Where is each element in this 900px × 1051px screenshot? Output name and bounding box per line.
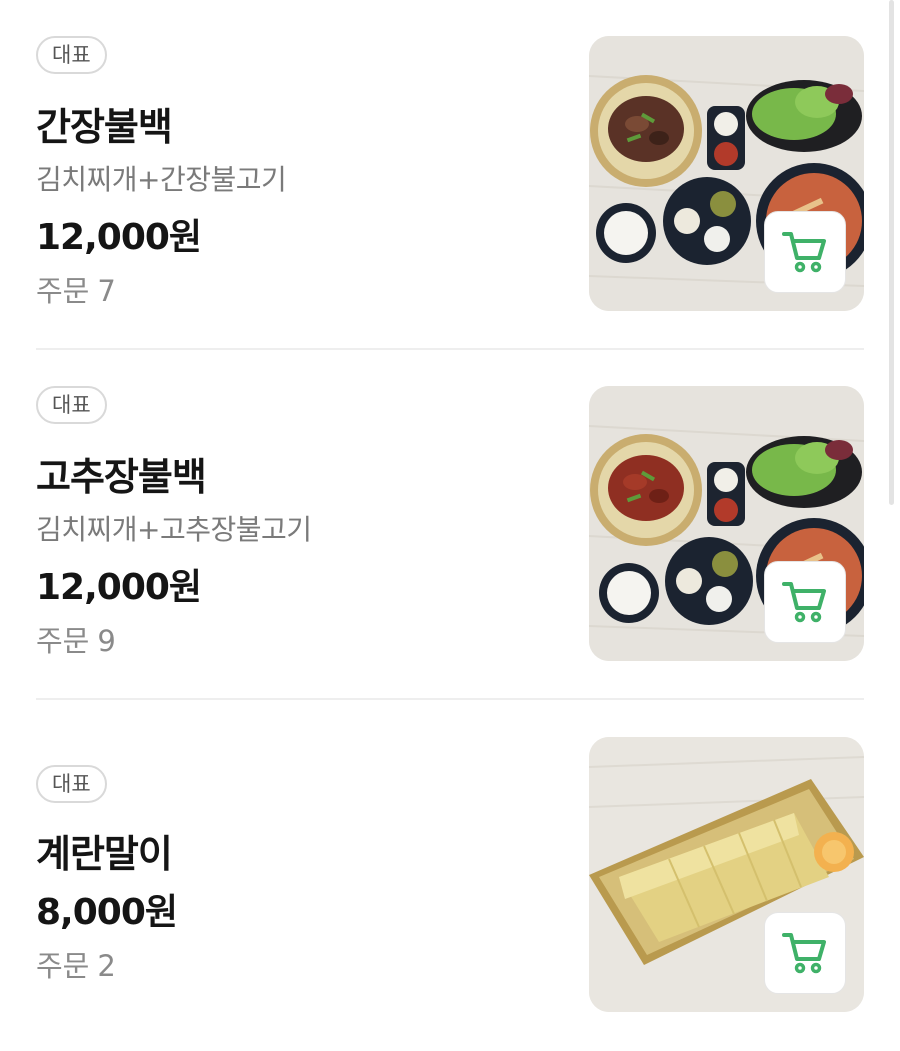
cart-icon bbox=[782, 933, 826, 974]
order-count: 주문 7 bbox=[36, 268, 116, 310]
menu-item-price: 8,000원 bbox=[36, 892, 178, 933]
order-count-label: 주문 bbox=[36, 274, 90, 308]
menu-item-price: 12,000원 bbox=[36, 217, 202, 258]
order-count: 주문 9 bbox=[36, 618, 116, 660]
menu-item[interactable]: 대표 간장불백 김치찌개+간장불고기 12,000원 주문 7 bbox=[36, 36, 864, 311]
order-count-value: 9 bbox=[97, 624, 116, 658]
add-to-cart-button[interactable] bbox=[764, 561, 846, 643]
add-to-cart-button[interactable] bbox=[764, 211, 846, 293]
order-count-label: 주문 bbox=[36, 624, 90, 658]
gochujang-bulgogi-set-photo[interactable] bbox=[589, 386, 864, 661]
divider bbox=[36, 698, 864, 700]
order-count: 주문 2 bbox=[36, 943, 116, 985]
soy-bulgogi-set-photo[interactable] bbox=[589, 36, 864, 311]
add-to-cart-button[interactable] bbox=[764, 912, 846, 994]
signature-badge: 대표 bbox=[36, 386, 107, 424]
menu-item[interactable]: 대표 계란말이 8,000원 주문 2 bbox=[36, 737, 864, 1012]
signature-badge: 대표 bbox=[36, 765, 107, 803]
menu-item-description: 김치찌개+간장불고기 bbox=[36, 163, 287, 196]
scrollbar[interactable] bbox=[889, 0, 894, 505]
menu-list-page: 대표 간장불백 김치찌개+간장불고기 12,000원 주문 7 대표 고추장불백… bbox=[0, 0, 900, 1051]
order-count-label: 주문 bbox=[36, 949, 90, 983]
menu-item-description: 김치찌개+고추장불고기 bbox=[36, 513, 312, 546]
menu-item-name: 간장불백 bbox=[36, 105, 173, 149]
menu-item-price: 12,000원 bbox=[36, 567, 202, 608]
signature-badge: 대표 bbox=[36, 36, 107, 74]
rolled-omelette-photo[interactable] bbox=[589, 737, 864, 1012]
menu-item-name: 계란말이 bbox=[36, 832, 173, 876]
menu-item-name: 고추장불백 bbox=[36, 455, 207, 499]
divider bbox=[36, 348, 864, 350]
menu-item[interactable]: 대표 고추장불백 김치찌개+고추장불고기 12,000원 주문 9 bbox=[36, 386, 864, 661]
cart-icon bbox=[782, 582, 826, 623]
order-count-value: 2 bbox=[97, 949, 116, 983]
order-count-value: 7 bbox=[97, 274, 116, 308]
cart-icon bbox=[782, 232, 826, 273]
